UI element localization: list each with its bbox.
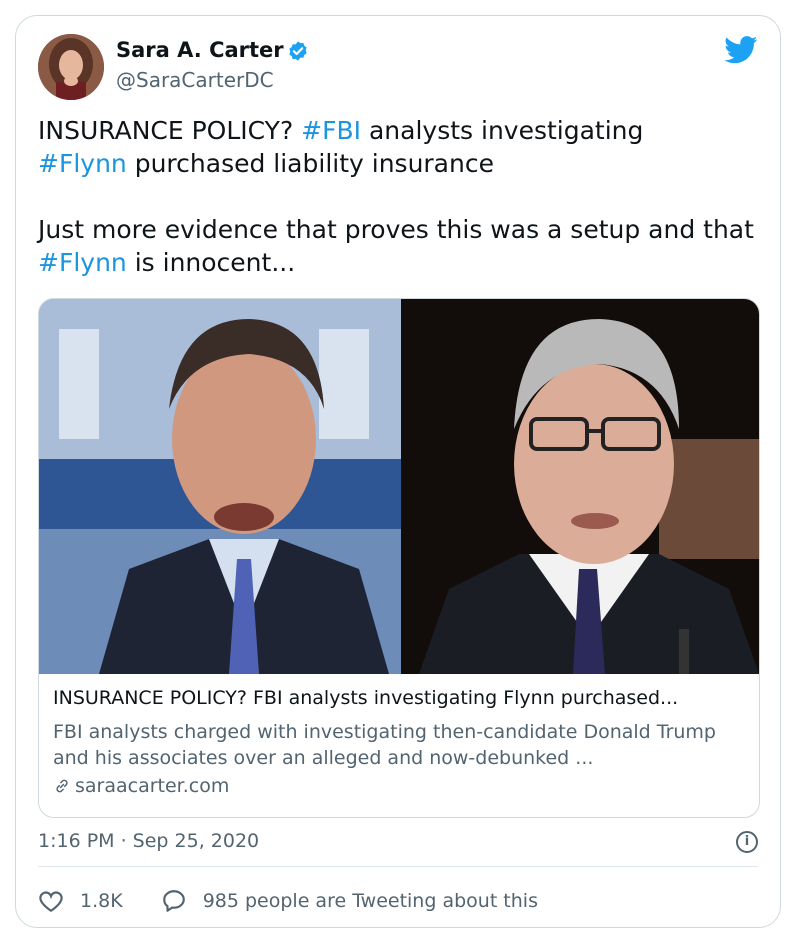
hashtag-flynn[interactable]: #Flynn [38, 248, 127, 277]
author-handle[interactable]: @SaraCarterDC [116, 68, 274, 92]
tweet-card: Sara A. Carter @SaraCarterDC INSURANCE P… [15, 15, 781, 928]
tweet-text-segment: analysts investigating [361, 116, 644, 145]
tweet-text: INSURANCE POLICY? #FBI analysts investig… [38, 114, 758, 279]
heart-icon [39, 891, 63, 913]
divider [38, 866, 758, 867]
info-icon[interactable]: i [736, 831, 758, 853]
speech-bubble-icon [162, 890, 185, 912]
avatar[interactable] [38, 34, 104, 100]
article-photo [39, 299, 759, 674]
tweet-text-segment: Just more evidence that proves this was … [38, 215, 754, 244]
tweeting-about-link[interactable]: 985 people are Tweeting about this [161, 888, 538, 914]
twitter-bird-icon[interactable] [724, 36, 758, 64]
hashtag-flynn[interactable]: #Flynn [38, 149, 127, 178]
link-domain-text: saraacarter.com [75, 775, 230, 797]
link-card-domain[interactable]: saraacarter.com [53, 775, 229, 797]
link-icon [56, 779, 68, 793]
tweet-timestamp[interactable]: 1:16 PM · Sep 25, 2020 [38, 830, 259, 852]
tweet-text-segment: purchased liability insurance [126, 149, 494, 178]
author-name[interactable]: Sara A. Carter [116, 38, 284, 62]
tweeting-about-text: 985 people are Tweeting about this [202, 890, 538, 912]
tweet-actions: 1.8K 985 people are Tweeting about this [38, 888, 576, 914]
like-count: 1.8K [80, 890, 123, 912]
link-card-description: FBI analysts charged with investigating … [53, 721, 716, 769]
link-card[interactable]: INSURANCE POLICY? FBI analysts investiga… [38, 298, 760, 818]
tweet-text-segment: is innocent... [126, 248, 296, 277]
like-button[interactable]: 1.8K [38, 889, 123, 913]
verified-badge-icon [289, 41, 307, 61]
link-card-title[interactable]: INSURANCE POLICY? FBI analysts investiga… [53, 687, 678, 709]
tweet-text-segment: INSURANCE POLICY? [38, 116, 302, 145]
hashtag-fbi[interactable]: #FBI [301, 116, 361, 145]
